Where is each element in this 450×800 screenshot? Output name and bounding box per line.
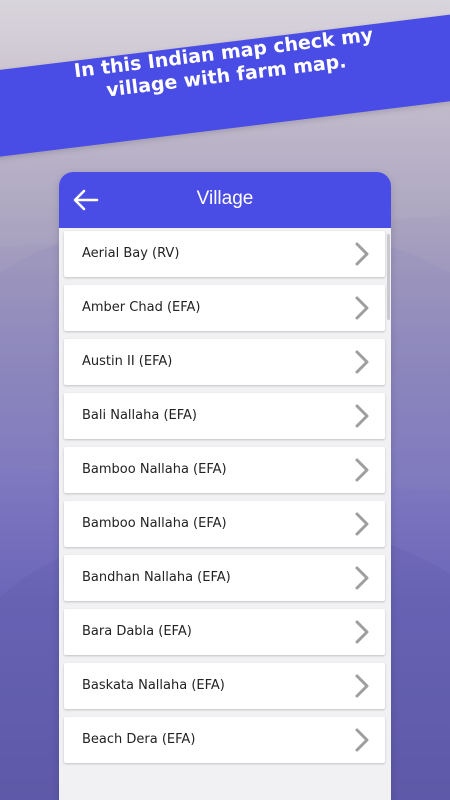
list-item[interactable]: Baskata Nallaha (EFA) [64, 663, 385, 709]
village-list[interactable]: Aerial Bay (RV) Amber Chad (EFA) Austin II… [59, 228, 391, 763]
list-item[interactable]: Bali Nallaha (EFA) [64, 393, 385, 439]
village-name: Bandhan Nallaha (EFA) [82, 570, 231, 585]
list-item[interactable]: Bara Dabla (EFA) [64, 609, 385, 655]
list-item[interactable]: Amber Chad (EFA) [64, 285, 385, 331]
chevron-right-icon [355, 350, 369, 374]
village-name: Bara Dabla (EFA) [82, 624, 192, 639]
chevron-right-icon [355, 728, 369, 752]
village-name: Bali Nallaha (EFA) [82, 408, 197, 423]
village-name: Austin II (EFA) [82, 354, 173, 369]
chevron-right-icon [355, 458, 369, 482]
chevron-right-icon [355, 512, 369, 536]
chevron-right-icon [355, 566, 369, 590]
list-item[interactable]: Austin II (EFA) [64, 339, 385, 385]
village-name: Baskata Nallaha (EFA) [82, 678, 225, 693]
scrollbar[interactable] [387, 234, 390, 320]
chevron-right-icon [355, 296, 369, 320]
page-title: Village [196, 188, 254, 209]
village-name: Amber Chad (EFA) [82, 300, 201, 315]
list-item[interactable]: Bandhan Nallaha (EFA) [64, 555, 385, 601]
app-bar: Village [59, 172, 391, 228]
screen: In this Indian map check my village with… [0, 0, 450, 800]
village-screen: Village Aerial Bay (RV) Amber Chad (EFA) A… [59, 172, 391, 800]
chevron-right-icon [355, 242, 369, 266]
chevron-right-icon [355, 404, 369, 428]
chevron-right-icon [355, 620, 369, 644]
list-item[interactable]: Bamboo Nallaha (EFA) [64, 447, 385, 493]
list-item[interactable]: Beach Dera (EFA) [64, 717, 385, 763]
village-name: Bamboo Nallaha (EFA) [82, 516, 227, 531]
village-name: Beach Dera (EFA) [82, 732, 196, 747]
list-item[interactable]: Aerial Bay (RV) [64, 231, 385, 277]
chevron-right-icon [355, 674, 369, 698]
village-name: Aerial Bay (RV) [82, 246, 180, 261]
village-name: Bamboo Nallaha (EFA) [82, 462, 227, 477]
list-item[interactable]: Bamboo Nallaha (EFA) [64, 501, 385, 547]
